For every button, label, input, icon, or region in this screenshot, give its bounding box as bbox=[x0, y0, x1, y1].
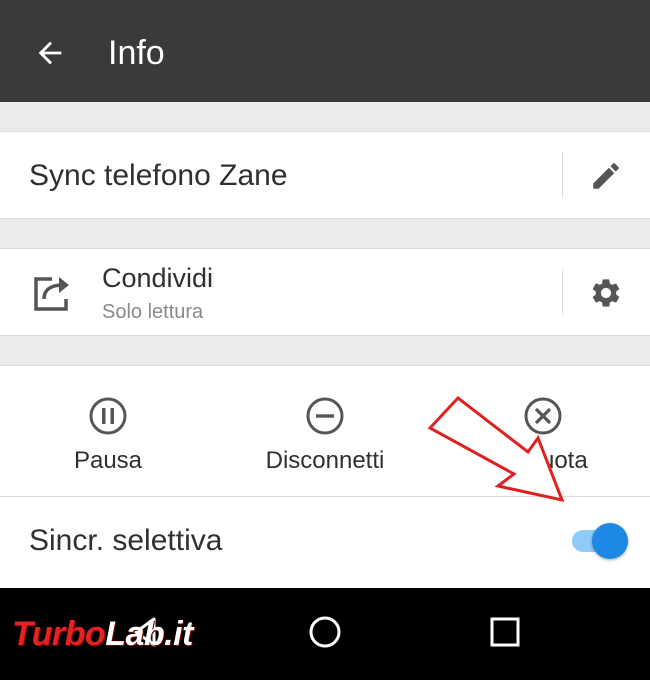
back-button[interactable] bbox=[20, 27, 80, 79]
page-title: Info bbox=[108, 34, 165, 72]
share-title: Condividi bbox=[102, 263, 214, 293]
square-recents-icon bbox=[490, 617, 520, 647]
pencil-icon bbox=[593, 163, 619, 189]
actions-card: Pausa Disconnetti Rimuota Sincr. seletti… bbox=[0, 365, 650, 589]
app-bar: Info bbox=[0, 0, 650, 102]
watermark-logo: TurboLab.it bbox=[8, 604, 240, 668]
selective-sync-toggle[interactable] bbox=[568, 521, 632, 561]
nav-recents-button[interactable] bbox=[470, 602, 540, 662]
minus-circle-icon bbox=[306, 397, 344, 435]
nav-home-button[interactable] bbox=[290, 602, 360, 662]
share-icon bbox=[34, 277, 69, 311]
selective-sync-label: Sincr. selettiva bbox=[29, 524, 223, 557]
folder-name-card: Sync telefono Zane bbox=[0, 131, 650, 219]
disconnect-label: Disconnetti bbox=[265, 447, 385, 474]
edit-name-button[interactable] bbox=[576, 150, 636, 202]
pause-circle-icon bbox=[89, 397, 127, 435]
share-card[interactable]: Condividi Solo lettura bbox=[0, 248, 650, 336]
share-settings-button[interactable] bbox=[576, 267, 636, 319]
remove-button[interactable]: Rimuota bbox=[443, 396, 643, 486]
watermark-part-1: Turbo bbox=[12, 615, 106, 653]
circle-home-icon bbox=[309, 616, 341, 648]
toggle-thumb bbox=[592, 523, 628, 559]
pause-button[interactable]: Pausa bbox=[8, 396, 208, 486]
watermark-text: TurboLab.it bbox=[12, 614, 193, 654]
share-mode: Solo lettura bbox=[102, 301, 204, 323]
close-circle-icon bbox=[524, 397, 562, 435]
folder-name: Sync telefono Zane bbox=[29, 159, 288, 192]
divider bbox=[562, 269, 563, 315]
disconnect-button[interactable]: Disconnetti bbox=[225, 396, 425, 486]
watermark-part-2: Lab.it bbox=[105, 615, 193, 653]
gear-icon bbox=[592, 279, 620, 307]
divider bbox=[0, 496, 650, 497]
arrow-left-icon bbox=[38, 41, 62, 65]
pause-label: Pausa bbox=[73, 447, 143, 474]
divider bbox=[562, 152, 563, 198]
remove-label: Rimuota bbox=[498, 447, 588, 474]
